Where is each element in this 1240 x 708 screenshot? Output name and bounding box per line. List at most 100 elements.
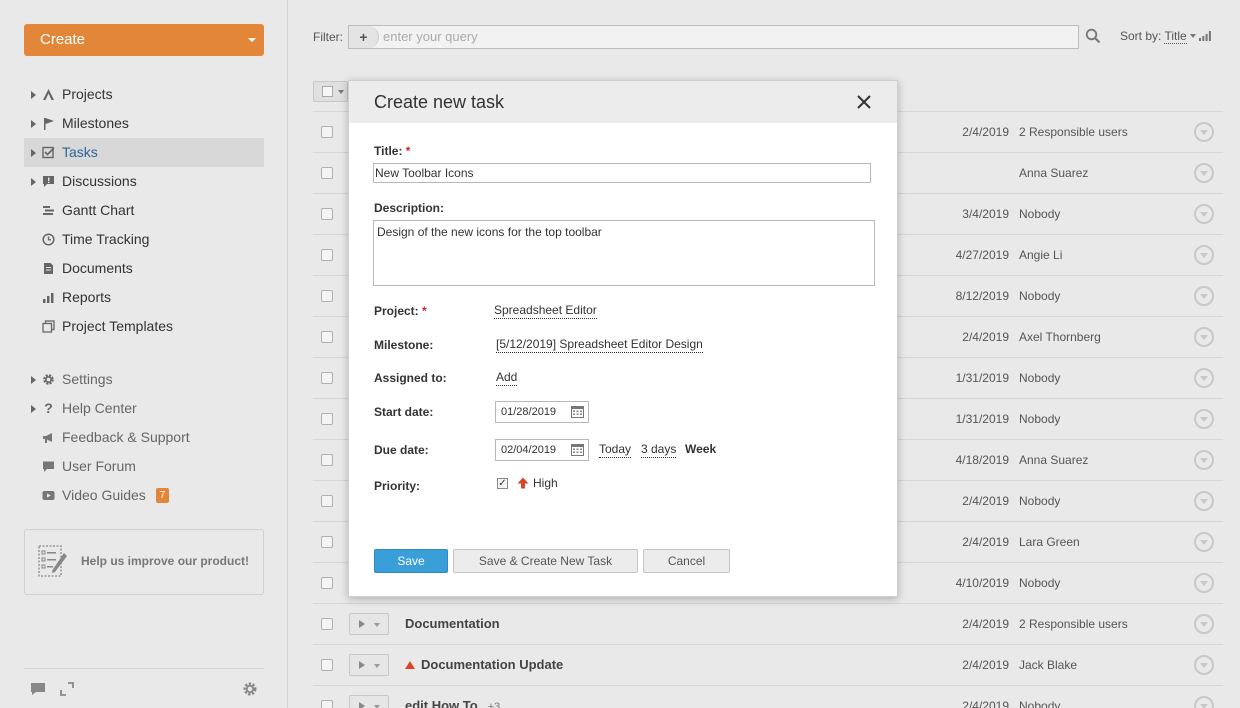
save-button[interactable]: Save <box>374 549 448 573</box>
sidebar-item-discussions[interactable]: Discussions <box>24 167 264 196</box>
row-menu-icon[interactable] <box>1194 286 1214 306</box>
sidebar-item-documents[interactable]: Documents <box>24 254 264 283</box>
title-input[interactable] <box>373 163 871 183</box>
row-date: 4/27/2019 <box>955 248 1009 262</box>
row-checkbox[interactable] <box>321 618 333 630</box>
status-dropdown[interactable] <box>349 695 389 708</box>
sidebar-item-settings[interactable]: Settings <box>24 365 264 394</box>
expand-arrow-icon[interactable] <box>31 376 36 384</box>
sidebar-item-milestones[interactable]: Milestones <box>24 109 264 138</box>
row-menu-icon[interactable] <box>1194 122 1214 142</box>
sort-bars-icon[interactable] <box>1198 31 1211 41</box>
due-3days-link[interactable]: 3 days <box>641 442 677 458</box>
sidebar-item-video-guides[interactable]: Video Guides 7 <box>24 481 264 510</box>
row-menu-icon[interactable] <box>1194 655 1214 675</box>
row-checkbox[interactable] <box>321 536 333 548</box>
due-week-link[interactable]: Week <box>685 442 716 456</box>
row-menu-icon[interactable] <box>1194 327 1214 347</box>
row-checkbox[interactable] <box>321 372 333 384</box>
search-icon[interactable] <box>1085 28 1101 44</box>
assign-add-link[interactable]: Add <box>496 370 518 386</box>
expand-arrow-icon[interactable] <box>31 91 36 99</box>
project-selector[interactable]: Spreadsheet Editor <box>494 303 597 319</box>
row-responsible: Nobody <box>1019 371 1061 385</box>
calendar-icon[interactable] <box>571 443 584 456</box>
row-menu-icon[interactable] <box>1194 368 1214 388</box>
clock-icon <box>42 233 55 246</box>
sidebar-item-gantt-chart[interactable]: Gantt Chart <box>24 196 264 225</box>
row-menu-icon[interactable] <box>1194 614 1214 634</box>
gear-icon[interactable] <box>242 681 258 697</box>
calendar-icon[interactable] <box>571 405 584 418</box>
table-row[interactable]: edit How To +3 2/4/2019 Nobody <box>313 686 1223 708</box>
sidebar-item-reports[interactable]: Reports <box>24 283 264 312</box>
row-menu-icon[interactable] <box>1194 409 1214 429</box>
due-today-link[interactable]: Today <box>599 442 632 458</box>
sidebar-item-help-center[interactable]: ? Help Center <box>24 394 264 423</box>
sort-value[interactable]: Title <box>1164 29 1187 44</box>
create-button[interactable]: Create <box>24 24 264 56</box>
milestone-selector[interactable]: [5/12/2019] Spreadsheet Editor Design <box>496 337 703 353</box>
expand-arrow-icon[interactable] <box>31 120 36 128</box>
chat-icon[interactable] <box>30 681 46 697</box>
save-create-new-button[interactable]: Save & Create New Task <box>453 549 638 573</box>
cancel-button[interactable]: Cancel <box>643 549 730 573</box>
row-menu-icon[interactable] <box>1194 450 1214 470</box>
row-checkbox[interactable] <box>321 495 333 507</box>
subtask-count[interactable]: +3 <box>488 701 501 708</box>
row-date: 3/4/2019 <box>962 207 1009 221</box>
high-priority-icon <box>517 477 529 489</box>
row-checkbox[interactable] <box>321 167 333 179</box>
select-all-checkbox[interactable] <box>322 86 333 97</box>
row-checkbox[interactable] <box>321 126 333 138</box>
add-filter-button[interactable]: + <box>349 26 379 48</box>
row-checkbox[interactable] <box>321 208 333 220</box>
sidebar-item-user-forum[interactable]: User Forum <box>24 452 264 481</box>
task-title[interactable]: Documentation Update <box>405 657 563 672</box>
select-all-dropdown[interactable] <box>313 81 348 102</box>
row-menu-icon[interactable] <box>1194 245 1214 265</box>
row-checkbox[interactable] <box>321 290 333 302</box>
sort-control[interactable]: Sort by: Title <box>1120 29 1211 44</box>
row-checkbox[interactable] <box>321 454 333 466</box>
close-icon[interactable] <box>855 93 873 111</box>
sidebar-item-label: Tasks <box>62 144 98 160</box>
task-title[interactable]: Documentation <box>405 616 500 631</box>
sidebar-item-time-tracking[interactable]: Time Tracking <box>24 225 264 254</box>
table-row[interactable]: Documentation Update 2/4/2019 Jack Blake <box>313 645 1223 686</box>
expand-arrow-icon[interactable] <box>31 405 36 413</box>
row-checkbox[interactable] <box>321 249 333 261</box>
row-checkbox[interactable] <box>321 700 333 708</box>
status-dropdown[interactable] <box>349 654 389 676</box>
task-title[interactable]: edit How To +3 <box>405 698 500 708</box>
project-label-text: Project: <box>374 304 419 318</box>
create-button-label: Create <box>40 31 86 48</box>
expand-arrow-icon[interactable] <box>31 149 36 157</box>
row-menu-icon[interactable] <box>1194 532 1214 552</box>
row-checkbox[interactable] <box>321 413 333 425</box>
status-dropdown[interactable] <box>349 613 389 635</box>
row-menu-icon[interactable] <box>1194 573 1214 593</box>
sort-label: Sort by: <box>1120 29 1162 43</box>
row-menu-icon[interactable] <box>1194 696 1214 708</box>
expand-arrow-icon[interactable] <box>31 178 36 186</box>
start-date-input[interactable]: 01/28/2019 <box>495 401 589 423</box>
row-menu-icon[interactable] <box>1194 163 1214 183</box>
sidebar-item-project-templates[interactable]: Project Templates <box>24 312 264 341</box>
table-row[interactable]: Documentation 2/4/2019 2 Responsible use… <box>313 604 1223 645</box>
sidebar-item-label: Discussions <box>62 173 137 189</box>
row-checkbox[interactable] <box>321 659 333 671</box>
sidebar-item-feedback-support[interactable]: Feedback & Support <box>24 423 264 452</box>
row-checkbox[interactable] <box>321 331 333 343</box>
sidebar-item-tasks[interactable]: Tasks <box>24 138 264 167</box>
description-textarea[interactable]: Design of the new icons for the top tool… <box>373 220 875 286</box>
sidebar-item-projects[interactable]: Projects <box>24 80 264 109</box>
expand-icon[interactable] <box>59 681 75 697</box>
row-menu-icon[interactable] <box>1194 204 1214 224</box>
row-menu-icon[interactable] <box>1194 491 1214 511</box>
due-date-input[interactable]: 02/04/2019 <box>495 439 589 461</box>
filter-input[interactable] <box>383 26 1073 48</box>
row-checkbox[interactable] <box>321 577 333 589</box>
improve-product-box[interactable]: Help us improve our product! <box>24 529 264 595</box>
priority-checkbox[interactable]: ✓ <box>497 478 508 489</box>
